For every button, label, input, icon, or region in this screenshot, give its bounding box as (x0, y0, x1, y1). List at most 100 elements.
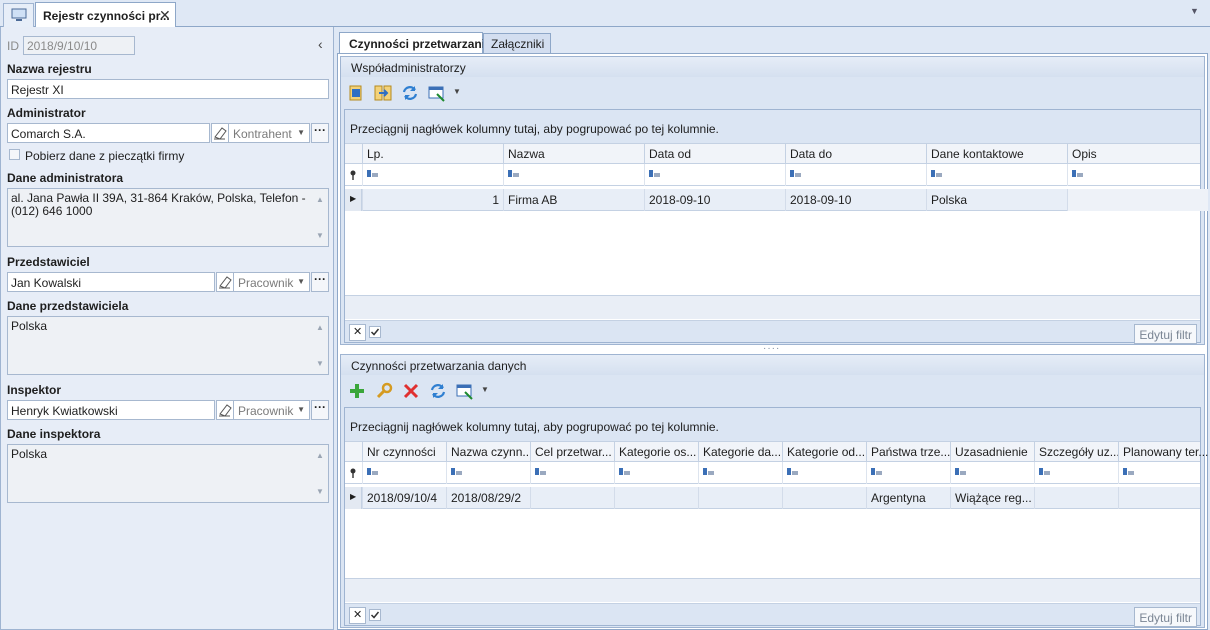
delete-icon[interactable] (402, 382, 420, 400)
column-header[interactable]: Lp. (362, 144, 503, 164)
table-cell[interactable] (530, 487, 614, 509)
table-cell[interactable] (614, 487, 698, 509)
filter-cell[interactable] (1034, 462, 1118, 484)
scroll-up-icon[interactable]: ▲ (316, 449, 324, 462)
column-header[interactable]: Dane kontaktowe (926, 144, 1067, 164)
filter-cell[interactable] (782, 462, 866, 484)
admin-data-textarea[interactable]: al. Jana Pawła II 39A, 31-864 Kraków, Po… (7, 188, 329, 247)
stamp-checkbox[interactable] (9, 149, 20, 160)
table-cell[interactable] (698, 487, 782, 509)
filter-cell[interactable] (503, 164, 644, 186)
scroll-up-icon[interactable]: ▲ (316, 321, 324, 334)
splitter-handle[interactable]: ···· (763, 343, 780, 354)
scroll-down-icon[interactable]: ▼ (316, 357, 324, 370)
enable-filter-checkbox[interactable] (369, 326, 381, 338)
inspector-more-button[interactable]: ··· (311, 400, 329, 420)
filter-cell[interactable] (866, 462, 950, 484)
administrator-input[interactable]: Comarch S.A. (7, 123, 210, 143)
table-cell[interactable] (1118, 487, 1208, 509)
table-cell[interactable] (1034, 487, 1118, 509)
representative-type-select[interactable]: Pracownik ▼ (233, 272, 310, 292)
edit-filter-button[interactable]: Edytuj filtr (1134, 607, 1197, 627)
column-header[interactable]: Kategorie od... (782, 442, 866, 462)
administrator-more-button[interactable]: ··· (311, 123, 329, 143)
table-row[interactable]: ▶ 2018/09/10/4 2018/08/29/2 Argentyna Wi… (345, 487, 1200, 509)
grid-view-icon[interactable] (456, 382, 474, 400)
scrollbar[interactable]: ▲ ▼ (314, 190, 327, 245)
tab-processing-activities[interactable]: Czynności przetwarzania (339, 32, 492, 54)
representative-data-textarea[interactable]: Polska ▲ ▼ (7, 316, 329, 375)
chevron-down-icon[interactable]: ▼ (453, 87, 461, 96)
filter-cell[interactable] (446, 462, 530, 484)
table-cell[interactable]: 2018/09/10/4 (362, 487, 446, 509)
filter-cell[interactable] (698, 462, 782, 484)
filter-cell[interactable] (1067, 164, 1208, 186)
filter-cell[interactable] (785, 164, 926, 186)
column-header[interactable]: Kategorie os... (614, 442, 698, 462)
table-cell[interactable] (782, 487, 866, 509)
column-header[interactable]: Nazwa (503, 144, 644, 164)
column-header[interactable]: Nr czynności (362, 442, 446, 462)
filter-cell[interactable] (950, 462, 1034, 484)
table-cell[interactable]: 2018/08/29/2 (446, 487, 530, 509)
column-header[interactable]: Data od (644, 144, 785, 164)
tab-attachments[interactable]: Załączniki (483, 33, 551, 53)
column-header[interactable]: Szczegóły uz... (1034, 442, 1118, 462)
inspector-input[interactable]: Henryk Kwiatkowski (7, 400, 215, 420)
filter-cell[interactable] (362, 462, 446, 484)
column-header[interactable]: Planowany ter... (1118, 442, 1208, 462)
scroll-up-icon[interactable]: ▲ (316, 193, 324, 206)
eraser-icon[interactable] (216, 400, 234, 420)
table-cell[interactable]: Wiążące reg... (950, 487, 1034, 509)
clear-filter-button[interactable]: ✕ (349, 607, 366, 624)
add-icon[interactable] (348, 382, 366, 400)
representative-input[interactable]: Jan Kowalski (7, 272, 215, 292)
add-from-list-icon[interactable] (348, 84, 366, 102)
refresh-icon[interactable] (401, 84, 419, 102)
column-header[interactable]: Uzasadnienie (950, 442, 1034, 462)
table-cell[interactable]: Argentyna (866, 487, 950, 509)
table-cell[interactable]: 1 (362, 189, 503, 211)
collapse-panel-icon[interactable]: ‹ (318, 36, 323, 52)
column-header[interactable]: Nazwa czynn... (446, 442, 530, 462)
eraser-icon[interactable] (211, 123, 229, 143)
column-header[interactable]: Opis (1067, 144, 1208, 164)
edit-wrench-icon[interactable] (375, 382, 393, 400)
document-tab[interactable]: Rejestr czynności pr... ✕ (35, 2, 176, 28)
column-header[interactable]: Państwa trze... (866, 442, 950, 462)
column-header[interactable]: Data do (785, 144, 926, 164)
home-tab[interactable] (3, 3, 34, 27)
column-header[interactable]: Kategorie da... (698, 442, 782, 462)
scroll-down-icon[interactable]: ▼ (316, 229, 324, 242)
table-cell[interactable]: 2018-09-10 (785, 189, 926, 211)
chevron-down-icon[interactable]: ▼ (1190, 6, 1199, 16)
clear-filter-button[interactable]: ✕ (349, 324, 366, 341)
filter-cell[interactable] (362, 164, 503, 186)
scrollbar[interactable]: ▲ ▼ (314, 318, 327, 373)
registry-name-input[interactable]: Rejestr XI (7, 79, 329, 99)
enable-filter-checkbox[interactable] (369, 609, 381, 621)
filter-cell[interactable] (926, 164, 1067, 186)
eraser-icon[interactable] (216, 272, 234, 292)
close-icon[interactable]: ✕ (159, 7, 171, 24)
grid-view-icon[interactable] (428, 84, 446, 102)
filter-cell[interactable] (530, 462, 614, 484)
representative-more-button[interactable]: ··· (311, 272, 329, 292)
table-cell[interactable]: 2018-09-10 (644, 189, 785, 211)
chevron-down-icon[interactable]: ▼ (481, 385, 489, 394)
scroll-down-icon[interactable]: ▼ (316, 485, 324, 498)
table-row[interactable]: ▶ 1 Firma AB 2018-09-10 2018-09-10 Polsk… (345, 189, 1208, 211)
edit-filter-button[interactable]: Edytuj filtr (1134, 324, 1197, 344)
table-cell[interactable] (1067, 189, 1208, 211)
column-header[interactable]: Cel przetwar... (530, 442, 614, 462)
filter-cell[interactable] (644, 164, 785, 186)
refresh-icon[interactable] (429, 382, 447, 400)
filter-cell[interactable] (614, 462, 698, 484)
inspector-data-textarea[interactable]: Polska ▲ ▼ (7, 444, 329, 503)
table-cell[interactable]: Firma AB (503, 189, 644, 211)
import-icon[interactable] (374, 84, 392, 102)
inspector-type-select[interactable]: Pracownik ▼ (233, 400, 310, 420)
table-cell[interactable]: Polska (926, 189, 1067, 211)
filter-cell[interactable] (1118, 462, 1208, 484)
scrollbar[interactable]: ▲ ▼ (314, 446, 327, 501)
